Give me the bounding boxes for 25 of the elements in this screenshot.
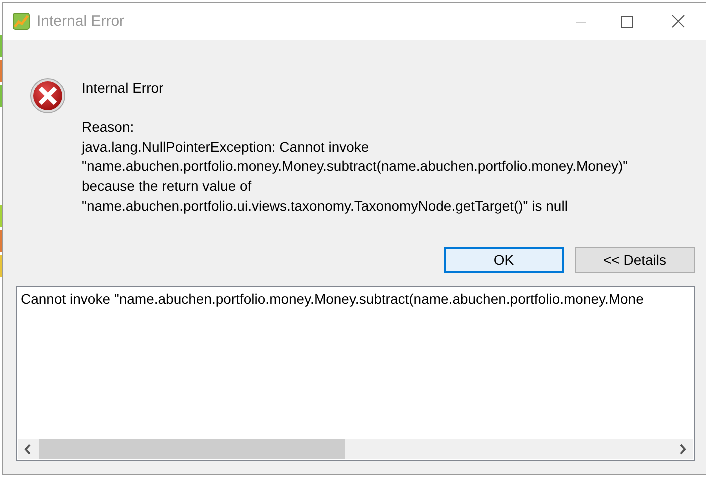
details-text: Cannot invoke "name.abuchen.portfolio.money.Money.subtract(name.abuchen.portfolio.money.Mone (20, 290, 645, 309)
ok-button[interactable]: OK (444, 246, 564, 273)
details-text-area[interactable]: Cannot invoke "name.abuchen.portfolio.money.Money.subtract(name.abuchen.portfolio.money.Mone (16, 286, 695, 461)
background-window-strip (0, 205, 2, 227)
window-title: Internal Error (37, 13, 125, 30)
background-window-strip (0, 85, 2, 107)
reason-label: Reason: (82, 118, 136, 137)
background-window-strip (0, 35, 2, 57)
maximize-icon[interactable] (621, 16, 633, 28)
close-icon[interactable] (672, 15, 684, 28)
error-message-line: "name.abuchen.portfolio.ui.views.taxonomy.TaxonomyNode.getTarget()" is null (82, 196, 569, 216)
error-message-line: java.lang.NullPointerException: Cannot invoke (82, 138, 370, 157)
horizontal-scrollbar[interactable] (18, 439, 693, 459)
background-window-strip (0, 230, 2, 252)
scrollbar-thumb[interactable] (39, 439, 345, 459)
error-message-line: "name.abuchen.portfolio.money.Money.subtract(name.abuchen.portfolio.money.Money)" (82, 157, 628, 176)
details-button[interactable]: << Details (575, 246, 695, 273)
chart-icon (13, 13, 30, 30)
scroll-right-icon[interactable] (679, 444, 687, 454)
scroll-left-icon[interactable] (24, 444, 32, 454)
background-window-strip (0, 60, 2, 82)
background-window-strip (0, 255, 2, 277)
error-message-line: because the return value of (82, 177, 253, 196)
error-heading: Internal Error (82, 79, 165, 98)
error-icon (30, 78, 66, 114)
